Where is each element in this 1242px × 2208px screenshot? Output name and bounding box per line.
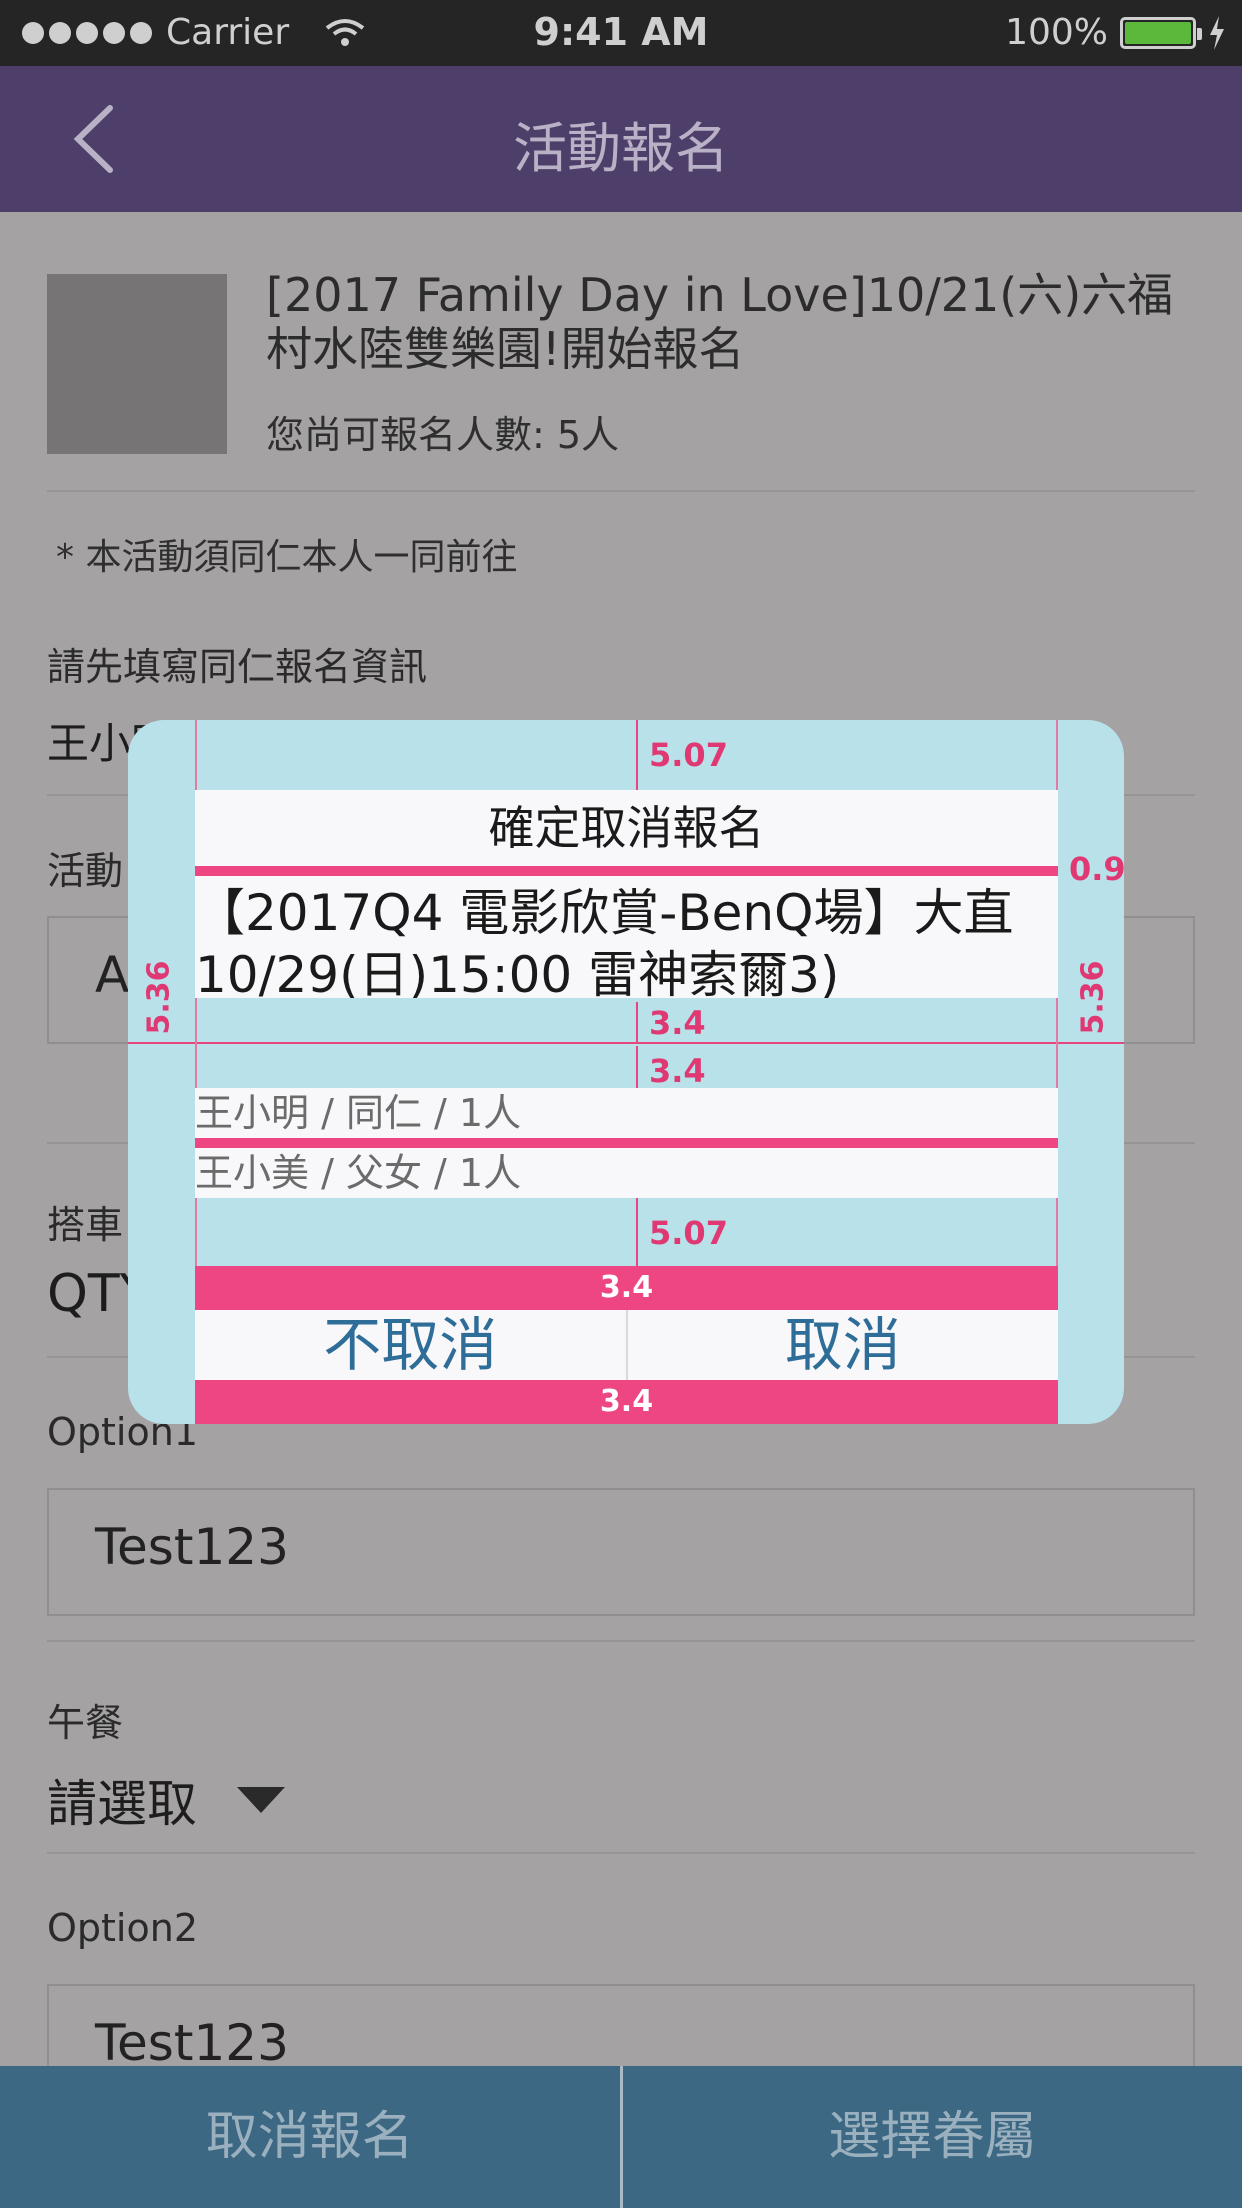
page-title: 活動報名 — [513, 117, 729, 180]
dropdown-caret-icon — [237, 1787, 285, 1813]
spec-gap-a: 3.4 — [649, 1004, 706, 1042]
lunch-select[interactable]: 請選取 — [47, 1764, 285, 1836]
status-bar: Carrier 9:41 AM 100% — [0, 0, 1242, 66]
battery-icon — [1120, 16, 1202, 49]
dialog-event-info: 【2017Q4 電影欣賞-BenQ場】大直 10/29(日)15:00 雷神索爾… — [195, 876, 1058, 998]
select-family-button[interactable]: 選擇眷屬 — [623, 2066, 1242, 2208]
spec-title-line — [195, 866, 1058, 876]
battery-percent: 100% — [1005, 12, 1108, 53]
lunch-label: 午餐 — [47, 1701, 124, 1745]
battery-info: 100% — [1005, 12, 1226, 53]
keep-registration-button[interactable]: 不取消 — [195, 1310, 626, 1380]
spec-row-separator — [195, 1138, 1058, 1148]
event-title: [2017 Family Day in Love]10/21(六)六福村水陸雙樂… — [266, 268, 1174, 376]
option2-label: Option2 — [47, 1906, 198, 1950]
cancel-confirm-dialog: 5.07 確定取消報名 0.98 【2017Q4 電影欣賞-BenQ場】大直 1… — [128, 720, 1124, 1424]
spec-band-bottom: 3.4 — [195, 1380, 1058, 1424]
nav-bar: 活動報名 — [0, 66, 1242, 212]
lunch-value: 請選取 — [47, 1775, 197, 1833]
spec-guide-line — [636, 1198, 638, 1268]
confirm-cancel-button[interactable]: 取消 — [628, 1310, 1059, 1380]
spec-gap-b: 3.4 — [649, 1052, 706, 1090]
event-note: * 本活動須同仁本人一同前往 — [56, 537, 518, 578]
spec-top-gap: 5.07 — [649, 736, 728, 774]
dialog-actions: 不取消 取消 — [195, 1310, 1058, 1380]
bottom-action-bar: 取消報名 選擇眷屬 — [0, 2066, 1242, 2208]
spec-guide-line — [636, 1046, 638, 1088]
spec-band-top: 3.4 — [195, 1266, 1058, 1310]
divider — [47, 1852, 1195, 1854]
option1-field[interactable]: Test123 — [47, 1488, 1195, 1616]
spec-guide-line — [128, 1042, 1124, 1044]
section-label: 請先填寫同仁報名資訊 — [47, 645, 428, 689]
divider — [47, 1640, 1195, 1642]
option2-value: Test123 — [95, 2014, 289, 2072]
spec-bottom-gap: 5.07 — [649, 1214, 728, 1252]
dialog-person-row: 王小明 / 同仁 / 1人 — [195, 1088, 1058, 1138]
charging-bolt-icon — [1210, 15, 1224, 50]
activity-value: A — [95, 946, 130, 1004]
divider — [47, 490, 1195, 492]
option1-value: Test123 — [95, 1518, 289, 1576]
dialog-event-line1: 【2017Q4 電影欣賞-BenQ場】大直 — [195, 884, 1014, 942]
dialog-person-row: 王小美 / 父女 / 1人 — [195, 1148, 1058, 1198]
dialog-title: 確定取消報名 — [195, 790, 1058, 866]
dialog-event-line2: 10/29(日)15:00 雷神索爾3) — [195, 946, 840, 998]
remaining-quota: 您尚可報名人數: 5人 — [266, 413, 620, 457]
dialog-content: 5.07 確定取消報名 0.98 【2017Q4 電影欣賞-BenQ場】大直 1… — [128, 720, 1124, 1424]
cancel-registration-button[interactable]: 取消報名 — [0, 2066, 620, 2208]
spec-side-right: 5.36 — [1075, 960, 1111, 1035]
activity-label: 活動 — [47, 849, 124, 893]
spec-title-line-value: 0.98 — [1069, 850, 1124, 888]
spec-guide-line — [636, 720, 638, 790]
event-thumbnail — [47, 274, 227, 454]
spec-guide-line — [636, 1002, 638, 1042]
transport-label: 搭車 — [47, 1203, 124, 1247]
spec-side-left: 5.36 — [141, 960, 177, 1035]
